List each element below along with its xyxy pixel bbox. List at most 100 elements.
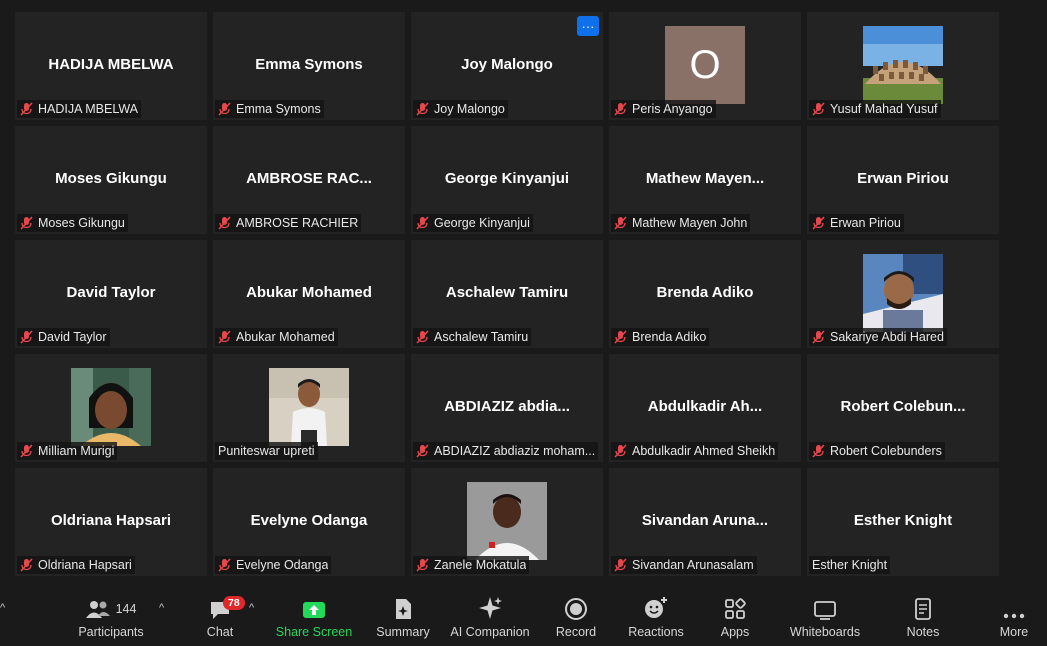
tile-more-options-button[interactable]: ··· bbox=[577, 16, 599, 36]
participant-tile[interactable]: Sivandan Aruna... Sivandan Arunasalam bbox=[609, 468, 801, 576]
profile-photo bbox=[71, 368, 151, 446]
apps-button[interactable]: Apps bbox=[711, 580, 759, 646]
participant-tile[interactable]: O Peris Anyango bbox=[609, 12, 801, 120]
whiteboards-label: Whiteboards bbox=[789, 625, 861, 639]
participant-name-label: Milliam Murigi bbox=[17, 442, 118, 460]
meeting-toolbar: ^ 144 Participants ^ Chat 78 ^ Share Scr… bbox=[0, 580, 1047, 646]
participant-tile[interactable]: Oldriana Hapsari Oldriana Hapsari bbox=[15, 468, 207, 576]
participant-name-label: Sakariye Abdi Hared bbox=[809, 328, 947, 346]
profile-photo-colosseum bbox=[863, 26, 943, 104]
participant-display-name: Abukar Mohamed bbox=[246, 284, 372, 301]
share-screen-button[interactable]: Share Screen bbox=[275, 580, 353, 646]
participant-tile[interactable]: Aschalew Tamiru Aschalew Tamiru bbox=[411, 240, 603, 348]
ai-companion-icon bbox=[479, 597, 502, 619]
participant-tile[interactable]: George Kinyanjui George Kinyanjui bbox=[411, 126, 603, 234]
participant-tile[interactable]: Sakariye Abdi Hared bbox=[807, 240, 999, 348]
reactions-icon bbox=[645, 597, 667, 618]
participant-tile[interactable]: Robert Colebun... Robert Colebunders bbox=[807, 354, 999, 462]
chat-button[interactable]: Chat bbox=[195, 580, 245, 646]
participant-display-name: Aschalew Tamiru bbox=[445, 284, 569, 301]
participants-caret[interactable]: ^ bbox=[159, 602, 164, 614]
profile-photo bbox=[863, 254, 943, 332]
participant-display-name: Moses Gikungu bbox=[55, 170, 167, 187]
mic-muted-icon bbox=[614, 558, 627, 572]
participant-display-name: Emma Symons bbox=[255, 56, 363, 73]
participant-name-label: Emma Symons bbox=[215, 100, 324, 118]
participant-tile[interactable]: Erwan Piriou Erwan Piriou bbox=[807, 126, 999, 234]
participant-tile[interactable]: Mathew Mayen... Mathew Mayen John bbox=[609, 126, 801, 234]
participant-name-label: Evelyne Odanga bbox=[215, 556, 332, 574]
summary-button[interactable]: Summary bbox=[373, 580, 433, 646]
mic-muted-icon bbox=[812, 216, 825, 230]
mic-muted-icon bbox=[416, 102, 429, 116]
record-button[interactable]: Record bbox=[551, 580, 601, 646]
participant-tile[interactable]: ABDIAZIZ abdia... ABDIAZIZ abdiaziz moha… bbox=[411, 354, 603, 462]
reactions-button[interactable]: Reactions bbox=[625, 580, 687, 646]
participant-name-label: Aschalew Tamiru bbox=[413, 328, 532, 346]
more-label: More bbox=[999, 625, 1029, 639]
participant-name-label: Puniteswar upreti bbox=[215, 442, 318, 460]
more-dots-icon bbox=[1003, 613, 1025, 619]
whiteboard-icon bbox=[814, 601, 836, 620]
mic-muted-icon bbox=[416, 216, 429, 230]
chat-unread-badge: 78 bbox=[223, 596, 245, 610]
mic-muted-icon bbox=[812, 102, 825, 116]
participant-tile[interactable]: Evelyne Odanga Evelyne Odanga bbox=[213, 468, 405, 576]
participant-display-name: George Kinyanjui bbox=[444, 170, 570, 187]
ai-companion-button[interactable]: AI Companion bbox=[449, 580, 531, 646]
participant-name-label: Brenda Adiko bbox=[611, 328, 710, 346]
participant-tile[interactable]: David Taylor David Taylor bbox=[15, 240, 207, 348]
reactions-label: Reactions bbox=[628, 625, 684, 639]
participant-name-label: Zanele Mokatula bbox=[413, 556, 530, 574]
participant-display-name: Evelyne Odanga bbox=[250, 512, 368, 529]
participants-icon bbox=[85, 601, 110, 618]
mic-muted-icon bbox=[20, 102, 33, 116]
video-gallery: HADIJA MBELWA HADIJA MBELWA Emma Symons … bbox=[0, 0, 1047, 580]
participant-tile[interactable]: HADIJA MBELWA HADIJA MBELWA bbox=[15, 12, 207, 120]
more-button[interactable]: More bbox=[993, 580, 1035, 646]
notes-icon bbox=[915, 598, 931, 620]
whiteboards-button[interactable]: Whiteboards bbox=[787, 580, 863, 646]
chat-caret[interactable]: ^ bbox=[249, 602, 254, 614]
participant-display-name: AMBROSE RAC... bbox=[246, 170, 372, 187]
participant-tile[interactable]: AMBROSE RAC... AMBROSE RACHIER bbox=[213, 126, 405, 234]
participant-tile[interactable]: Milliam Murigi bbox=[15, 354, 207, 462]
participant-name-label: Peris Anyango bbox=[611, 100, 716, 118]
participant-tile[interactable]: Yusuf Mahad Yusuf bbox=[807, 12, 999, 120]
apps-label: Apps bbox=[720, 625, 750, 639]
participant-tile[interactable]: Abukar Mohamed Abukar Mohamed bbox=[213, 240, 405, 348]
participant-display-name: David Taylor bbox=[66, 284, 156, 301]
participant-tile[interactable]: Emma Symons Emma Symons bbox=[213, 12, 405, 120]
participant-display-name: Erwan Piriou bbox=[857, 170, 949, 187]
chat-label: Chat bbox=[206, 625, 234, 639]
participant-tile[interactable]: Abdulkadir Ah... Abdulkadir Ahmed Sheikh bbox=[609, 354, 801, 462]
participant-name-label: Abukar Mohamed bbox=[215, 328, 338, 346]
participant-tile[interactable]: ··· Joy Malongo Joy Malongo bbox=[411, 12, 603, 120]
profile-photo bbox=[269, 368, 349, 446]
participant-name-label: George Kinyanjui bbox=[413, 214, 533, 232]
participant-tile[interactable]: Brenda Adiko Brenda Adiko bbox=[609, 240, 801, 348]
participant-name-label: Robert Colebunders bbox=[809, 442, 945, 460]
mic-muted-icon bbox=[812, 330, 825, 344]
mic-muted-icon bbox=[20, 558, 33, 572]
participant-tile[interactable]: Moses Gikungu Moses Gikungu bbox=[15, 126, 207, 234]
participants-button[interactable]: 144 Participants bbox=[76, 580, 146, 646]
mic-muted-icon bbox=[20, 216, 33, 230]
mic-muted-icon bbox=[20, 330, 33, 344]
summary-label: Summary bbox=[376, 625, 430, 639]
mic-muted-icon bbox=[614, 444, 627, 458]
participant-display-name: Oldriana Hapsari bbox=[50, 512, 172, 529]
summary-icon bbox=[396, 599, 411, 619]
mic-muted-icon bbox=[416, 558, 429, 572]
participant-name-label: Mathew Mayen John bbox=[611, 214, 751, 232]
notes-button[interactable]: Notes bbox=[898, 580, 948, 646]
participant-tile[interactable]: Zanele Mokatula bbox=[411, 468, 603, 576]
participant-tile[interactable]: Esther Knight Esther Knight bbox=[807, 468, 999, 576]
participant-count: 144 bbox=[115, 602, 137, 616]
participant-name-label: Abdulkadir Ahmed Sheikh bbox=[611, 442, 779, 460]
participant-tile[interactable]: Puniteswar upreti bbox=[213, 354, 405, 462]
participant-name-label: HADIJA MBELWA bbox=[17, 100, 142, 118]
audio-options-caret[interactable]: ^ bbox=[0, 602, 5, 614]
participant-display-name: Abdulkadir Ah... bbox=[647, 398, 763, 415]
mic-muted-icon bbox=[812, 444, 825, 458]
